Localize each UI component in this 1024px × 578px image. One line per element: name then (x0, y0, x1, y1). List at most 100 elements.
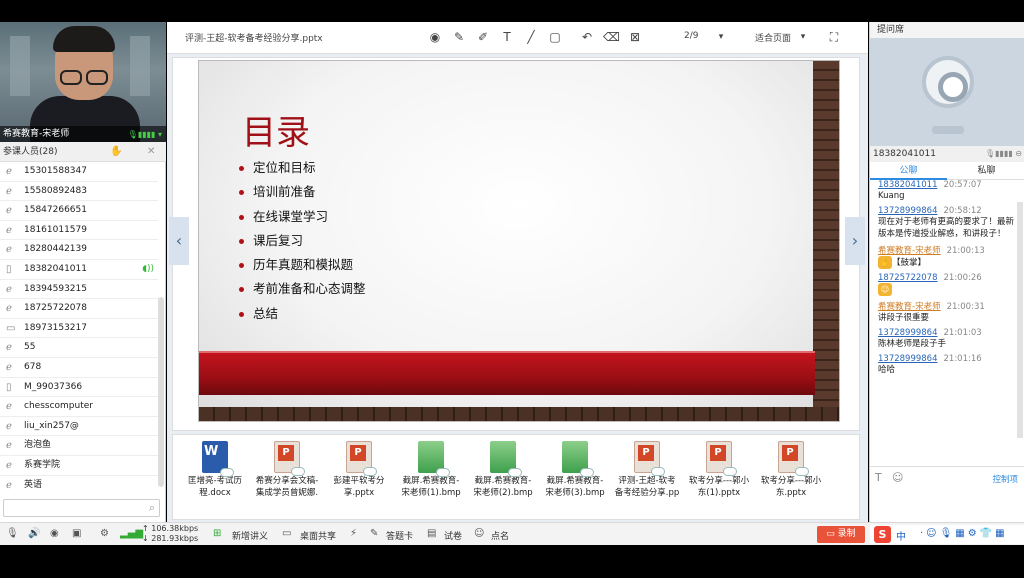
add-lecture-icon[interactable]: ⊞ (213, 528, 221, 539)
mute-all-icon[interactable]: ✋ (110, 146, 122, 158)
glasses-lens (60, 70, 82, 85)
line-tool-icon[interactable]: ╱ (523, 29, 539, 45)
answer-card-button[interactable]: 答题卡 (386, 529, 413, 542)
member-name: 18280442139 (24, 244, 87, 255)
member-row[interactable]: ℯ 15847266651 (0, 201, 158, 221)
file-label: 匡增亮-考试历 程.docx (187, 476, 243, 498)
file-item[interactable]: 截屏.希赛教育- 宋老师(1).bmp (395, 441, 467, 499)
chat-sender[interactable]: 希赛教育-宋老师 (878, 246, 941, 256)
bmp-file-icon (490, 441, 522, 477)
member-row[interactable]: ℯ 18161011579 (0, 221, 158, 241)
member-search-input[interactable]: ⌕ (3, 499, 160, 517)
member-row[interactable]: ▯ M_99037366 (0, 378, 158, 398)
speaker-icon[interactable]: 🔊 (28, 528, 40, 539)
member-row[interactable]: ℯ 15301588347 (0, 162, 158, 182)
settings-icon[interactable]: ⚙ (100, 528, 109, 539)
file-item[interactable]: 截屏.希赛教育- 宋老师(2).bmp (467, 441, 539, 499)
rectangle-tool-icon[interactable]: ▢ (547, 29, 563, 45)
tab-public-chat[interactable]: 公聊 (870, 162, 947, 180)
member-row[interactable]: ℯ 泡泡鱼 (0, 436, 158, 456)
laser-pointer-icon[interactable]: ◉ (427, 29, 443, 45)
file-item[interactable]: 彭建平软考分 享.pptx (323, 441, 395, 499)
file-item[interactable]: 软考分享---郭小 东.pptx (755, 441, 827, 499)
chat-sender[interactable]: 13728999864 (878, 328, 938, 338)
member-row[interactable]: ℯ 英语 (0, 476, 158, 493)
fullscreen-icon[interactable]: ⛶ (826, 29, 842, 45)
search-icon[interactable]: ⌕ (149, 501, 155, 515)
member-row[interactable]: ℯ chesscomputer (0, 397, 158, 417)
chat-scrollbar[interactable] (1017, 202, 1023, 438)
slide-container: 目录 定位和目标 培训前准备 在线课堂学习 课后复习 历年真题和模拟题 考前准备和心态调整… (172, 57, 860, 431)
sogou-logo-icon[interactable]: S (874, 526, 891, 543)
control-options-link[interactable]: 控制项 (992, 473, 1018, 485)
chat-sender[interactable]: 13728999864 (878, 206, 938, 216)
file-item[interactable]: 截屏.希赛教育- 宋老师(3).bmp (539, 441, 611, 499)
chat-tabs: 公聊 私聊 (870, 162, 1024, 180)
member-row[interactable]: ℯ 678 (0, 358, 158, 378)
file-item[interactable]: 评测-王超-软考 备考经验分享.pp (611, 441, 683, 499)
member-name: chesscomputer (24, 401, 93, 412)
lightning-icon[interactable]: ⚡ (350, 528, 357, 539)
emoji-icon[interactable]: ☺ (892, 471, 903, 484)
camera-icon[interactable]: ◉ (50, 528, 59, 539)
ie-icon: ℯ (6, 185, 12, 197)
file-item[interactable]: 匡增亮-考试历 程.docx (179, 441, 251, 499)
text-format-icon[interactable]: T (875, 471, 882, 484)
quiz-button[interactable]: 试卷 (444, 529, 462, 542)
slide-decoration (199, 407, 839, 421)
ime-mode-toggle[interactable]: 中 (896, 528, 906, 543)
chat-time: 21:01:03 (943, 328, 982, 338)
chat-input-area[interactable]: T ☺ 控制项 (870, 466, 1024, 522)
record-button[interactable]: ▭ 录制 (817, 526, 865, 543)
ppt-file-icon (274, 441, 305, 476)
ie-icon: ℯ (6, 479, 12, 491)
fit-page-select[interactable]: 适合页面 (755, 31, 791, 44)
text-tool-icon[interactable]: T (499, 29, 515, 45)
members-scrollbar[interactable] (158, 297, 164, 487)
page-dropdown-icon[interactable]: ▾ (713, 29, 729, 45)
member-row[interactable]: ℯ liu_xin257@ (0, 417, 158, 437)
file-item[interactable]: 软考分享---郭小 东(1).pptx (683, 441, 755, 499)
member-row[interactable]: ℯ 18725722078 (0, 299, 158, 319)
answer-card-icon[interactable]: ✎ (370, 528, 378, 539)
chat-sender[interactable]: 18382041011 (878, 180, 938, 190)
tab-private-chat[interactable]: 私聊 (948, 162, 1024, 180)
new-lecture-button[interactable]: 新增讲义 (232, 529, 268, 542)
ime-tool-icons[interactable]: ·☺🎙▦⚙👕▦ (920, 528, 1008, 539)
file-label: 软考分享---郭小 东(1).pptx (688, 476, 750, 498)
member-row[interactable]: ▭ 18973153217 (0, 319, 158, 339)
clear-icon[interactable]: ⊠ (627, 29, 643, 45)
desktop-share-button[interactable]: 桌面共享 (300, 529, 336, 542)
chat-message: 18382041011 20:57:07 Kuang (878, 180, 1018, 202)
next-page-button[interactable]: › (845, 217, 865, 265)
chat-sender[interactable]: 18725722078 (878, 273, 938, 283)
slide-bullet: 培训前准备 (239, 180, 366, 204)
roll-call-icon[interactable]: ☺ (474, 528, 484, 539)
quiz-icon[interactable]: ▤ (427, 528, 436, 539)
member-row[interactable]: ℯ 15580892483 (0, 182, 158, 202)
eraser-icon[interactable]: ⌫ (603, 29, 620, 45)
member-row[interactable]: ▯ 18382041011 ◖)) (0, 260, 158, 280)
microphone-icon[interactable]: 🎙 (6, 528, 19, 539)
slide-decoration (813, 61, 839, 421)
fit-dropdown-icon[interactable]: ▾ (795, 29, 811, 45)
right-panel: 提问席 18382041011 🎙▮▮▮▮ ⊖ 公聊 私聊 1838204101… (869, 22, 1024, 522)
file-item[interactable]: 希赛分享会文稿- 集成学员曾妮娜. (251, 441, 323, 499)
desktop-share-icon[interactable]: ▭ (282, 528, 291, 539)
member-row[interactable]: ℯ 18280442139 (0, 240, 158, 260)
highlighter-icon[interactable]: ✐ (475, 29, 491, 45)
chat-sender[interactable]: 希赛教育-宋老师 (878, 302, 941, 312)
chat-sender[interactable]: 13728999864 (878, 354, 938, 364)
file-label: 截屏.希赛教育- 宋老师(1).bmp (401, 476, 461, 498)
member-name: 英语 (24, 479, 43, 490)
undo-icon[interactable]: ↶ (579, 29, 595, 45)
screenshot-icon[interactable]: ▣ (72, 528, 81, 539)
member-row[interactable]: ℯ 55 (0, 338, 158, 358)
pen-icon[interactable]: ✎ (451, 29, 467, 45)
prev-page-button[interactable]: ‹ (169, 217, 189, 265)
roll-call-button[interactable]: 点名 (491, 529, 509, 542)
file-label: 评测-王超-软考 备考经验分享.pp (614, 476, 680, 498)
member-row[interactable]: ℯ 系赛学院 (0, 456, 158, 476)
member-row[interactable]: ℯ 18394593215 (0, 280, 158, 300)
mic-off-icon[interactable]: ✕ (147, 146, 159, 158)
